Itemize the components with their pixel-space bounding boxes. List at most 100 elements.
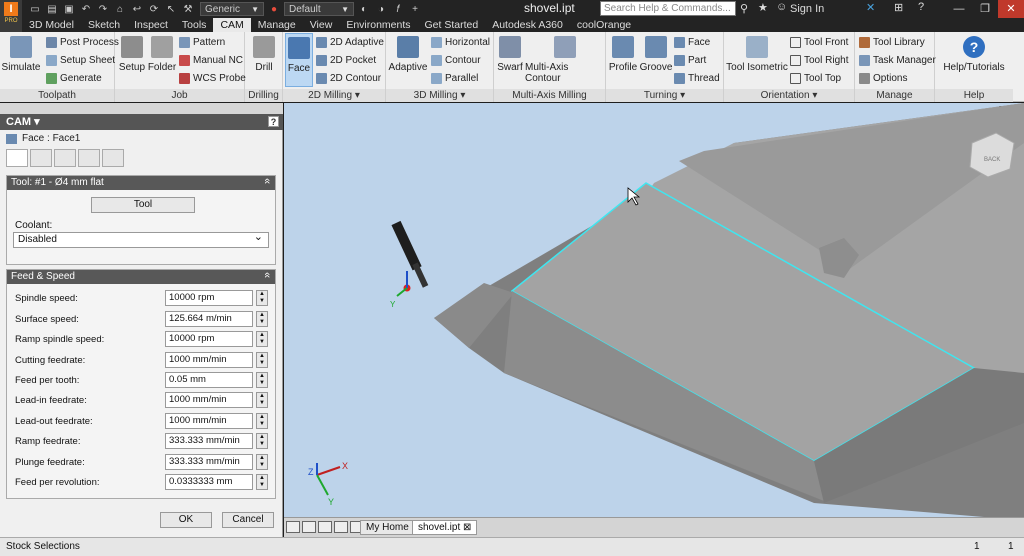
cascade-icon[interactable] [318,521,332,533]
plus-icon[interactable]: + [408,3,422,16]
part-button[interactable]: Part [674,55,706,66]
setup-sheet-button[interactable]: Setup Sheet [46,55,115,66]
spindle-speed-input[interactable]: 10000 rpm [165,290,253,306]
adjust-icon[interactable]: ◑ [374,3,388,16]
spinner-icon[interactable]: ▲ ▼ [256,474,268,490]
tile-horizontal-icon[interactable] [286,521,300,533]
measure-icon[interactable]: ⚒ [181,3,195,16]
setup-button[interactable]: Setup [117,36,147,73]
tab-3d-model[interactable]: 3D Model [22,18,81,32]
home-icon[interactable]: ⌂ [113,3,127,16]
tab-view[interactable]: View [303,18,340,32]
help-icon[interactable]: ? [918,1,924,13]
tile-vertical-icon[interactable] [302,521,316,533]
tab-environments[interactable]: Environments [339,18,417,32]
cancel-button[interactable]: Cancel [222,512,274,528]
spinner-icon[interactable]: ▲ ▼ [256,392,268,408]
return-icon[interactable]: ↩ [130,3,144,16]
tool-library-button[interactable]: Tool Library [859,37,925,48]
parallel-button[interactable]: Parallel [431,73,478,84]
tool-front-button[interactable]: Tool Front [790,37,848,48]
multi-axis-contour-button[interactable]: Multi-Axis Contour [525,36,605,84]
minimize-icon[interactable]: — [946,0,972,18]
lead-in-feedrate-input[interactable]: 1000 mm/min [165,392,253,408]
spinner-icon[interactable]: ▲ ▼ [256,290,268,306]
geometry-tab-icon[interactable] [30,149,52,167]
help-search-input[interactable]: Search Help & Commands... [600,1,736,16]
spinner-icon[interactable]: ▲ ▼ [256,413,268,429]
linking-tab-icon[interactable] [102,149,124,167]
cutting-feedrate-input[interactable]: 1000 mm/min [165,352,253,368]
turning-face-button[interactable]: Face [674,37,710,48]
folder-button[interactable]: Folder [147,36,177,73]
simulate-button[interactable]: Simulate [2,36,40,73]
2d-adaptive-button[interactable]: 2D Adaptive [316,37,384,48]
clear-override-icon[interactable]: ◐ [357,3,371,16]
lead-out-feedrate-input[interactable]: 1000 mm/min [165,413,253,429]
face-button[interactable]: Face [285,33,313,87]
ramp-feedrate-input[interactable]: 333.333 mm/min [165,433,253,449]
panel-help-icon[interactable]: ? [268,116,279,127]
options-button[interactable]: Options [859,73,907,84]
function-icon[interactable]: 𝑓 [391,3,405,16]
restore-icon[interactable]: ❐ [972,0,998,18]
doc-tab-my-home[interactable]: My Home [360,520,415,535]
update-icon[interactable]: ⟳ [147,3,161,16]
feed-per-revolution-input[interactable]: 0.0333333 mm [165,474,253,490]
tool-section-header[interactable]: Tool: #1 - Ø4 mm flat [7,176,275,190]
swarf-button[interactable]: Swarf [496,36,524,73]
tab-get-started[interactable]: Get Started [418,18,486,32]
tool-isometric-button[interactable]: Tool Isometric [726,36,788,73]
undo-icon[interactable]: ↶ [79,3,93,16]
star-icon[interactable]: ★ [758,1,768,14]
profile-button[interactable]: Profile [608,36,638,73]
select-icon[interactable]: ↖ [164,3,178,16]
tab-cam[interactable]: CAM [213,18,251,32]
feed-speed-header[interactable]: Feed & Speed [7,270,275,284]
tab-autodesk-a360[interactable]: Autodesk A360 [485,18,570,32]
save-icon[interactable]: ▣ [62,3,76,16]
pattern-button[interactable]: Pattern [179,37,225,48]
wcs-probe-button[interactable]: WCS Probe [179,73,246,84]
horizontal-button[interactable]: Horizontal [431,37,490,48]
panel-2d-milling-label[interactable]: 2D Milling ▾ [283,89,385,102]
app-button[interactable]: I PRO [0,0,22,32]
cam-panel-header[interactable]: CAM ▾? [0,114,283,130]
tab-sketch[interactable]: Sketch [81,18,127,32]
panel-3d-milling-label[interactable]: 3D Milling ▾ [386,89,493,102]
binoculars-icon[interactable]: ⚲ [740,2,748,15]
panel-orientation-label[interactable]: Orientation ▾ [724,89,854,102]
plunge-feedrate-input[interactable]: 333.333 mm/min [165,454,253,470]
exchange-icon[interactable]: ✕ [866,1,875,14]
redo-icon[interactable]: ↷ [96,3,110,16]
appearance-dropdown[interactable]: Default ▼ [284,2,354,16]
tab-coolorange[interactable]: coolOrange [570,18,638,32]
tool-top-button[interactable]: Tool Top [790,73,841,84]
groove-button[interactable]: Groove [640,36,672,73]
passes-tab-icon[interactable] [78,149,100,167]
surface-speed-input[interactable]: 125.664 m/min [165,311,253,327]
cart-icon[interactable]: ⊞ [894,1,903,14]
close-tab-icon[interactable]: ⊠ [463,522,471,533]
spinner-icon[interactable]: ▲ ▼ [256,372,268,388]
open-icon[interactable]: ▤ [45,3,59,16]
user-icon[interactable]: ☺ [776,1,787,13]
tool-button[interactable]: Tool [91,197,195,213]
tab-inspect[interactable]: Inspect [127,18,175,32]
2d-pocket-button[interactable]: 2D Pocket [316,55,376,66]
ramp-spindle-speed-input[interactable]: 10000 rpm [165,331,253,347]
sign-in-link[interactable]: Sign In [790,3,824,15]
adaptive-button[interactable]: Adaptive [388,36,428,73]
arrange-icon[interactable] [334,521,348,533]
coolant-select[interactable]: Disabled [13,230,269,248]
ok-button[interactable]: OK [160,512,212,528]
contour-button[interactable]: Contour [431,55,481,66]
spinner-icon[interactable]: ▲ ▼ [256,311,268,327]
panel-turning-label[interactable]: Turning ▾ [606,89,723,102]
tab-manage[interactable]: Manage [251,18,303,32]
spinner-icon[interactable]: ▲ ▼ [256,433,268,449]
generate-button[interactable]: Generate [46,73,102,84]
drill-button[interactable]: Drill [249,36,279,73]
material-dropdown[interactable]: Generic ▼ [200,2,264,16]
tool-right-button[interactable]: Tool Right [790,55,848,66]
